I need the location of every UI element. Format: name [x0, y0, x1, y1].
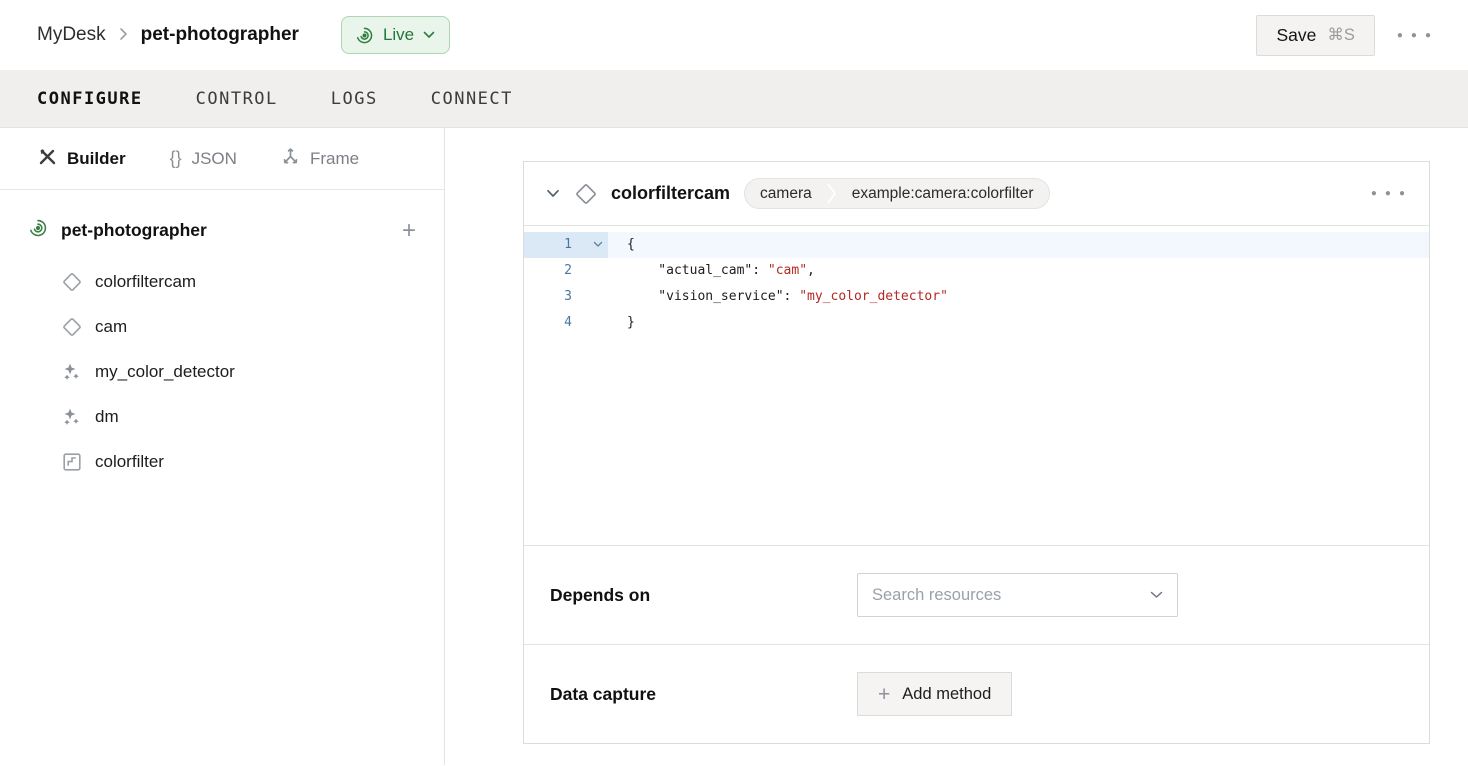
save-shortcut-hint: ⌘S	[1327, 25, 1355, 45]
code-text: "vision_service": "my_color_detector"	[608, 284, 948, 310]
resource-title: colorfiltercam	[611, 183, 730, 204]
tab-configure[interactable]: CONFIGURE	[37, 89, 143, 109]
code-text: "actual_cam": "cam",	[608, 258, 815, 284]
resource-card-header: colorfiltercam camera example:camera:col…	[524, 162, 1429, 225]
main-panel: colorfiltercam camera example:camera:col…	[445, 128, 1468, 765]
config-sidebar: Builder {} JSON Frame	[0, 128, 445, 765]
data-capture-label: Data capture	[550, 684, 857, 705]
header-actions: Save ⌘S ● ● ●	[1256, 15, 1434, 56]
depends-on-select[interactable]: Search resources	[857, 573, 1178, 617]
tree-item-label: cam	[95, 317, 127, 337]
view-mode-label: Builder	[67, 149, 126, 169]
component-diamond-icon	[62, 272, 82, 292]
resource-model-id: example:camera:colorfilter	[837, 185, 1049, 203]
tree-item-label: my_color_detector	[95, 362, 235, 382]
machine-status-label: Live	[383, 25, 414, 45]
machine-status-dropdown[interactable]: Live	[341, 16, 450, 54]
tree-item-colorfilter[interactable]: colorfilter	[62, 439, 416, 484]
badge-divider	[827, 178, 837, 209]
chevron-right-icon	[119, 27, 128, 45]
component-diamond-icon	[575, 183, 597, 205]
editor-gutter: 4	[524, 310, 608, 336]
service-sparkles-icon	[62, 407, 82, 427]
add-resource-button[interactable]: +	[402, 219, 416, 243]
breadcrumb-org-link[interactable]: MyDesk	[37, 24, 106, 46]
attributes-code-editor[interactable]: 1{2 "actual_cam": "cam",3 "vision_servic…	[524, 225, 1429, 545]
broadcast-icon	[355, 26, 374, 45]
save-button[interactable]: Save ⌘S	[1256, 15, 1374, 56]
tab-logs[interactable]: LOGS	[331, 89, 378, 109]
view-mode-frame[interactable]: Frame	[281, 147, 359, 171]
code-line-3: 3 "vision_service": "my_color_detector"	[524, 284, 1429, 310]
resource-model-badge: camera example:camera:colorfilter	[744, 178, 1049, 209]
add-method-button[interactable]: + Add method	[857, 672, 1012, 716]
depends-on-label: Depends on	[550, 585, 857, 606]
tree-item-label: colorfilter	[95, 452, 164, 472]
resource-tree: pet-photographer + colorfiltercam cam my_c…	[0, 190, 444, 484]
braces-icon: {}	[170, 148, 182, 169]
line-number: 3	[524, 284, 572, 310]
view-mode-switcher: Builder {} JSON Frame	[0, 128, 444, 190]
fold-spacer	[572, 258, 608, 284]
tab-bar: CONFIGURE CONTROL LOGS CONNECT	[0, 70, 1468, 128]
code-text: {	[608, 232, 635, 258]
machine-tree-label: pet-photographer	[61, 220, 207, 241]
fold-chevron-icon[interactable]	[572, 232, 608, 258]
editor-gutter: 1	[524, 232, 608, 258]
header-overflow-menu-icon[interactable]: ● ● ●	[1397, 30, 1434, 41]
plus-icon: +	[878, 684, 890, 705]
code-text: }	[608, 310, 635, 336]
collapse-chevron-icon[interactable]	[546, 189, 560, 198]
tools-icon	[38, 147, 57, 171]
app-window: MyDesk pet-photographer Live Save	[0, 0, 1468, 766]
save-button-label: Save	[1276, 25, 1316, 46]
code-line-2: 2 "actual_cam": "cam",	[524, 258, 1429, 284]
module-icon	[62, 452, 82, 472]
editor-gutter: 3	[524, 284, 608, 310]
depends-on-placeholder: Search resources	[872, 586, 1001, 605]
line-number: 4	[524, 310, 572, 336]
tree-item-colorfiltercam[interactable]: colorfiltercam	[62, 259, 416, 304]
resource-type-badge: camera	[745, 185, 827, 203]
fold-spacer	[572, 284, 608, 310]
tree-item-label: dm	[95, 407, 119, 427]
broadcast-icon	[28, 218, 48, 243]
breadcrumb-machine-name: pet-photographer	[141, 24, 299, 46]
view-mode-builder[interactable]: Builder	[38, 147, 126, 171]
card-overflow-menu-icon[interactable]: ● ● ●	[1371, 188, 1408, 199]
line-number: 1	[524, 232, 572, 258]
tree-item-cam[interactable]: cam	[62, 304, 416, 349]
component-diamond-icon	[62, 317, 82, 337]
view-mode-json[interactable]: {} JSON	[170, 148, 237, 169]
data-capture-section: Data capture + Add method	[524, 644, 1429, 743]
line-number: 2	[524, 258, 572, 284]
tab-control[interactable]: CONTROL	[196, 89, 278, 109]
top-header: MyDesk pet-photographer Live Save	[0, 0, 1468, 70]
chevron-down-icon	[1150, 591, 1163, 599]
tree-item-label: colorfiltercam	[95, 272, 196, 292]
add-method-label: Add method	[902, 685, 991, 704]
tab-connect[interactable]: CONNECT	[431, 89, 513, 109]
editor-gutter: 2	[524, 258, 608, 284]
tree-item-dm[interactable]: dm	[62, 394, 416, 439]
content-body: Builder {} JSON Frame	[0, 128, 1468, 765]
resource-list: colorfiltercam cam my_color_detectordm colo…	[28, 259, 416, 484]
code-line-1: 1{	[524, 232, 1429, 258]
service-sparkles-icon	[62, 362, 82, 382]
fold-spacer	[572, 310, 608, 336]
frame-axes-icon	[281, 147, 300, 171]
depends-on-section: Depends on Search resources	[524, 545, 1429, 644]
machine-tree-root[interactable]: pet-photographer +	[28, 218, 416, 243]
breadcrumb: MyDesk pet-photographer	[37, 24, 299, 46]
chevron-down-icon	[423, 31, 435, 39]
view-mode-label: JSON	[192, 149, 237, 169]
tree-item-my_color_detector[interactable]: my_color_detector	[62, 349, 416, 394]
resource-card-colorfiltercam: colorfiltercam camera example:camera:col…	[523, 161, 1430, 744]
view-mode-label: Frame	[310, 149, 359, 169]
code-line-4: 4}	[524, 310, 1429, 336]
